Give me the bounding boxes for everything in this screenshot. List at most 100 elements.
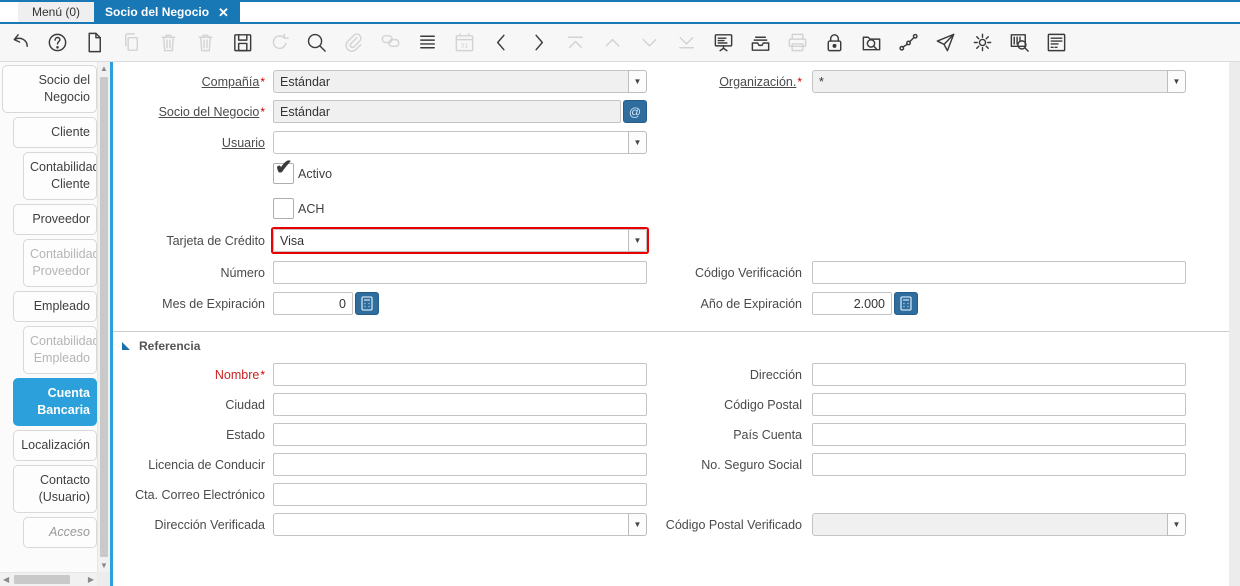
main-vertical-scrollbar[interactable] — [1229, 62, 1240, 586]
detail-record-icon — [638, 31, 661, 54]
business-partner-info-button[interactable]: @ — [623, 100, 647, 123]
licencia-conducir-input[interactable] — [273, 453, 647, 476]
chevron-down-icon: ▼ — [633, 138, 642, 147]
tab-menu[interactable]: Menú (0) — [18, 2, 95, 22]
report-icon[interactable] — [712, 31, 735, 54]
zoom-across-icon[interactable] — [860, 31, 883, 54]
mes-expiracion-calculator-button[interactable] — [355, 292, 379, 315]
section-title: Referencia — [139, 339, 201, 353]
sidebar-item-cliente[interactable]: Cliente — [13, 117, 97, 148]
scroll-left-icon[interactable]: ◀ — [3, 573, 9, 586]
vertical-scroll-thumb[interactable] — [100, 77, 108, 557]
required-marker: * — [260, 74, 265, 89]
codigo-postal-verificado-input — [812, 513, 1168, 536]
business-partner-icon: @ — [628, 104, 642, 119]
estado-input[interactable] — [273, 423, 647, 446]
sidebar: Socio del Negocio Cliente Contabilidad C… — [0, 62, 110, 586]
preferences-icon[interactable] — [971, 31, 994, 54]
referencia-section-header[interactable]: Referencia — [113, 332, 1240, 357]
numero-input[interactable] — [273, 261, 647, 284]
field-label-direccion: Dirección — [749, 367, 802, 382]
correo-electronico-input[interactable] — [273, 483, 647, 506]
sidebar-horizontal-scrollbar[interactable]: ◀ ▶ — [0, 572, 97, 586]
lock-icon[interactable] — [823, 31, 846, 54]
tab-active-label: Socio del Negocio — [105, 5, 210, 19]
next-record-icon[interactable] — [527, 31, 550, 54]
collapse-triangle-icon — [122, 342, 130, 350]
codigo-postal-verificado-combobox: ▼ — [812, 513, 1186, 536]
field-label-compania[interactable]: Compañía* — [113, 75, 265, 89]
close-tab-icon[interactable]: ✕ — [218, 6, 229, 19]
tarjeta-input[interactable] — [273, 229, 629, 252]
sidebar-vertical-scrollbar[interactable]: ▲ ▼ — [97, 62, 110, 572]
sidebar-item-contabilidad-cliente[interactable]: Contabilidad Cliente — [23, 152, 97, 200]
ciudad-input[interactable] — [273, 393, 647, 416]
sidebar-item-contabilidad-proveedor: Contabilidad Proveedor — [23, 239, 97, 287]
ano-expiracion-input[interactable] — [812, 292, 892, 315]
field-label-estado: Estado — [226, 427, 265, 442]
copy-record-icon — [120, 31, 143, 54]
sidebar-item-socio-del-negocio[interactable]: Socio del Negocio — [2, 65, 97, 113]
product-info-icon[interactable] — [1008, 31, 1031, 54]
field-label-codigo-verificacion: Código Verificación — [694, 265, 802, 280]
field-label-ciudad: Ciudad — [225, 397, 265, 412]
codigo-postal-verificado-dropdown-button[interactable]: ▼ — [1167, 513, 1186, 536]
find-icon[interactable] — [305, 31, 328, 54]
delete-selection-icon — [194, 31, 217, 54]
scroll-down-icon[interactable]: ▼ — [98, 559, 110, 572]
direccion-verificada-input[interactable] — [273, 513, 629, 536]
save-icon[interactable] — [231, 31, 254, 54]
archive-icon[interactable] — [749, 31, 772, 54]
calculator-icon — [361, 296, 373, 311]
chevron-down-icon: ▼ — [633, 520, 642, 529]
usuario-dropdown-button[interactable]: ▼ — [628, 131, 647, 154]
sidebar-item-contacto-usuario[interactable]: Contacto (Usuario) — [13, 465, 97, 513]
sidebar-item-localizacion[interactable]: Localización — [13, 430, 97, 461]
checkmark-icon: ✔ — [275, 156, 293, 179]
workflow-icon[interactable] — [897, 31, 920, 54]
sidebar-item-cuenta-bancaria[interactable]: Cuenta Bancaria — [13, 378, 97, 426]
sidebar-item-acceso[interactable]: Acceso — [23, 517, 97, 548]
organizacion-dropdown-button[interactable]: ▼ — [1167, 70, 1186, 93]
tab-socio-del-negocio[interactable]: Socio del Negocio ✕ — [94, 2, 240, 22]
horizontal-scroll-thumb[interactable] — [14, 575, 70, 584]
field-label-usuario[interactable]: Usuario — [113, 136, 265, 150]
tarjeta-dropdown-button[interactable]: ▼ — [628, 229, 647, 252]
activo-checkbox[interactable]: ✔ — [273, 157, 294, 184]
undo-icon[interactable] — [9, 31, 32, 54]
scroll-up-icon[interactable]: ▲ — [98, 62, 110, 75]
compania-dropdown-button[interactable]: ▼ — [628, 70, 647, 93]
sidebar-item-empleado[interactable]: Empleado — [13, 291, 97, 322]
chevron-down-icon: ▼ — [1172, 520, 1181, 529]
new-record-icon[interactable] — [83, 31, 106, 54]
field-label-socio[interactable]: Socio del Negocio* — [113, 105, 265, 119]
grid-toggle-icon[interactable] — [416, 31, 439, 54]
socio-input[interactable] — [273, 100, 621, 123]
mes-expiracion-input[interactable] — [273, 292, 353, 315]
organizacion-input[interactable] — [812, 70, 1168, 93]
ano-expiracion-calculator-button[interactable] — [894, 292, 918, 315]
usuario-input[interactable] — [273, 131, 629, 154]
field-label-direccion-verificada: Dirección Verificada — [154, 517, 265, 532]
compania-input[interactable] — [273, 70, 629, 93]
requests-icon[interactable] — [934, 31, 957, 54]
nombre-input[interactable] — [273, 363, 647, 386]
codigo-postal-input[interactable] — [812, 393, 1186, 416]
window-tabbar: Menú (0) Socio del Negocio ✕ — [0, 0, 1240, 24]
seguro-social-input[interactable] — [812, 453, 1186, 476]
field-label-correo: Cta. Correo Electrónico — [135, 487, 265, 502]
direccion-verificada-dropdown-button[interactable]: ▼ — [628, 513, 647, 536]
sidebar-item-proveedor[interactable]: Proveedor — [13, 204, 97, 235]
codigo-verificacion-input[interactable] — [812, 261, 1186, 284]
scroll-right-icon[interactable]: ▶ — [88, 573, 94, 586]
svg-text:31: 31 — [461, 42, 469, 49]
ach-checkbox[interactable] — [273, 198, 294, 219]
help-icon[interactable] — [46, 31, 69, 54]
direccion-input[interactable] — [812, 363, 1186, 386]
ach-checkbox-label: ACH — [298, 201, 325, 216]
field-label-organizacion[interactable]: Organización.* — [647, 75, 802, 89]
pais-cuenta-input[interactable] — [812, 423, 1186, 446]
previous-record-icon[interactable] — [490, 31, 513, 54]
field-label-numero: Número — [220, 265, 265, 280]
log-icon[interactable] — [1045, 31, 1068, 54]
